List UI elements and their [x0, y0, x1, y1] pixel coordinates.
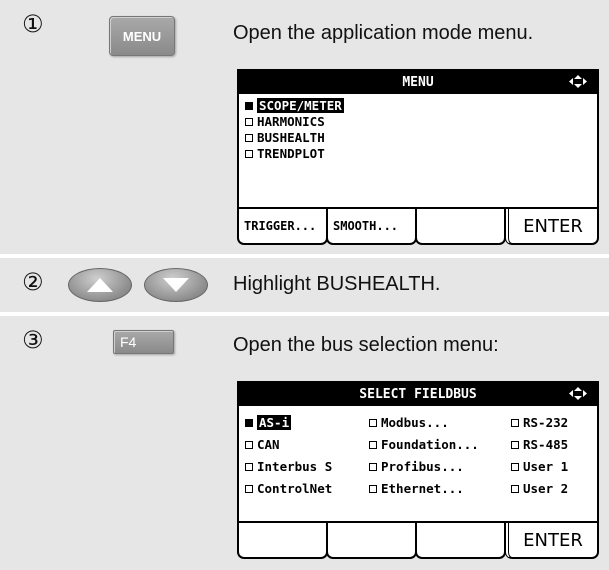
softkey-f3[interactable]: [415, 209, 506, 245]
step-number: ②: [22, 268, 44, 296]
softkey-f3[interactable]: [415, 523, 506, 559]
menu-item[interactable]: BUSHEALTH: [245, 130, 325, 145]
fieldbus-option[interactable]: RS-485: [511, 437, 568, 452]
fieldbus-option[interactable]: RS-232: [511, 415, 568, 430]
step-instruction: Open the bus selection menu:: [233, 334, 499, 356]
softkey-enter[interactable]: ENTER: [505, 523, 599, 559]
fieldbus-option[interactable]: Foundation...: [369, 437, 479, 452]
fieldbus-option[interactable]: Interbus S: [245, 459, 332, 474]
softkey-f2[interactable]: [326, 523, 417, 559]
checkbox-filled-icon: [245, 418, 253, 427]
step-1-row: ① MENU Open the application mode menu. M…: [0, 0, 609, 254]
fieldbus-option[interactable]: Modbus...: [369, 415, 449, 430]
checkbox-icon: [245, 440, 253, 449]
checkbox-filled-icon: [245, 101, 253, 110]
up-arrow-icon: [87, 278, 113, 292]
screen-title-bar: MENU: [239, 71, 597, 94]
softkey-bar: TRIGGER... SMOOTH... ENTER: [237, 209, 599, 246]
softkey-f1[interactable]: TRIGGER...: [237, 209, 328, 245]
menu-item[interactable]: HARMONICS: [245, 114, 325, 129]
checkbox-icon: [369, 484, 377, 493]
checkbox-icon: [245, 149, 253, 158]
step-3-row: ③ F4 Open the bus selection menu: SELECT…: [0, 316, 609, 570]
checkbox-icon: [511, 440, 519, 449]
down-arrow-icon: [163, 278, 189, 292]
screen-title: SELECT FIELDBUS: [359, 387, 477, 402]
checkbox-icon: [245, 133, 253, 142]
step-2-row: ② Highlight BUSHEALTH.: [0, 258, 609, 312]
screen-title-bar: SELECT FIELDBUS: [239, 383, 597, 406]
checkbox-icon: [245, 462, 253, 471]
fieldbus-option[interactable]: Ethernet...: [369, 481, 464, 496]
fieldbus-option[interactable]: CAN: [245, 437, 280, 452]
checkbox-icon: [245, 484, 253, 493]
fieldbus-option[interactable]: ControlNet: [245, 481, 332, 496]
step-instruction: Open the application mode menu.: [233, 22, 534, 44]
updown-icon: [569, 75, 587, 92]
checkbox-icon: [369, 440, 377, 449]
menu-key[interactable]: MENU: [109, 16, 175, 56]
checkbox-icon: [369, 418, 377, 427]
fieldbus-screen: SELECT FIELDBUS AS-i CAN Interbus S Cont…: [237, 381, 599, 523]
screen-title: MENU: [402, 75, 434, 90]
softkey-f2[interactable]: SMOOTH...: [326, 209, 417, 245]
softkey-f1[interactable]: [237, 523, 328, 559]
checkbox-icon: [511, 462, 519, 471]
softkey-enter[interactable]: ENTER: [505, 209, 599, 245]
step-number: ③: [22, 326, 44, 354]
down-arrow-button[interactable]: [144, 268, 208, 302]
fieldbus-option[interactable]: User 2: [511, 481, 568, 496]
f4-key[interactable]: F4: [113, 330, 174, 354]
checkbox-icon: [511, 418, 519, 427]
step-number: ①: [22, 10, 44, 38]
fieldbus-option[interactable]: Profibus...: [369, 459, 464, 474]
menu-screen: MENU SCOPE/METER HARMONICS BUSHEALTH TRE…: [237, 69, 599, 209]
checkbox-icon: [245, 117, 253, 126]
menu-item[interactable]: TRENDPLOT: [245, 146, 325, 161]
fieldbus-option[interactable]: User 1: [511, 459, 568, 474]
menu-item[interactable]: SCOPE/METER: [245, 98, 344, 113]
checkbox-icon: [369, 462, 377, 471]
softkey-bar: ENTER: [237, 523, 599, 560]
up-arrow-button[interactable]: [68, 268, 132, 302]
step-instruction: Highlight BUSHEALTH.: [233, 273, 441, 295]
checkbox-icon: [511, 484, 519, 493]
fieldbus-option[interactable]: AS-i: [245, 415, 292, 430]
updown-icon: [569, 387, 587, 404]
